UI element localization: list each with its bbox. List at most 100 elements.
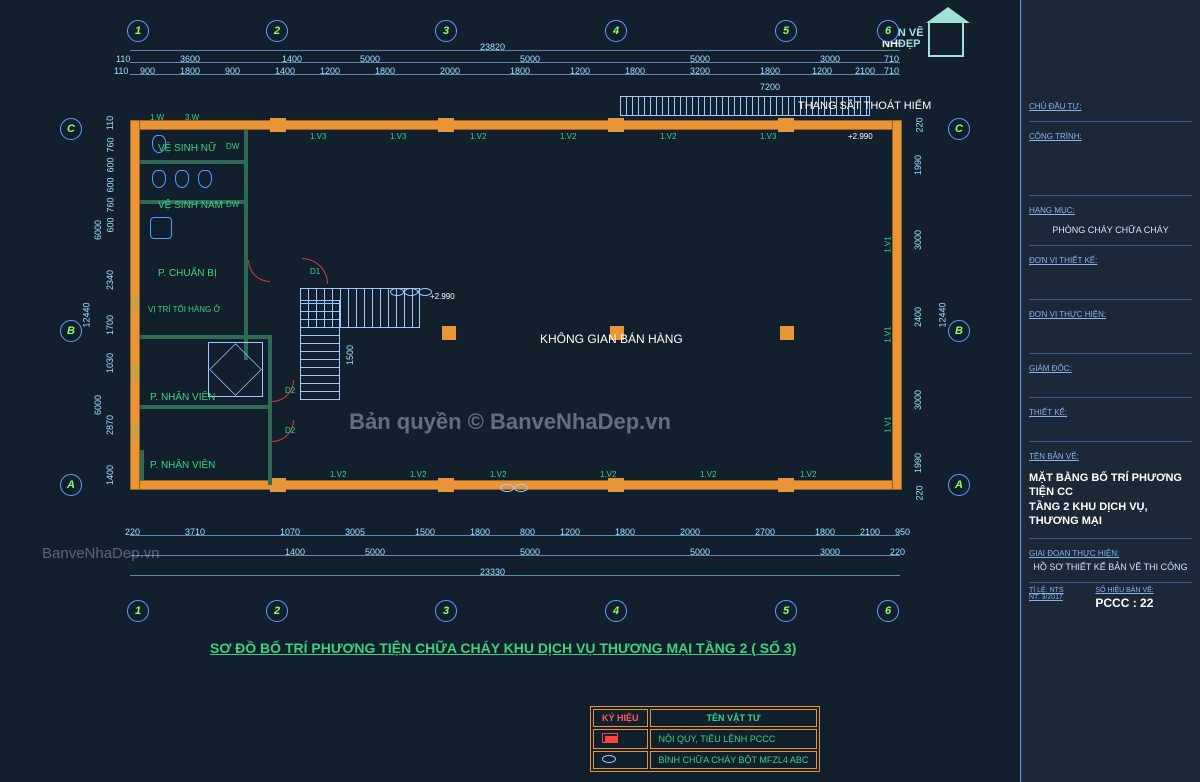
dimension: 6000 — [93, 220, 103, 240]
drawing-canvas[interactable]: BẢN VẼ NHĐẸP 1 2 3 4 5 6 1 2 3 4 5 6 C B… — [0, 0, 1020, 782]
interior-wall — [140, 335, 270, 339]
toilet-icon — [152, 170, 166, 188]
room-label: VỆ SINH NỮ — [158, 143, 217, 154]
legend-table: KÝ HIỆU TÊN VẬT TƯ NỘI QUY, TIÊU LỆNH PC… — [590, 706, 820, 772]
room-label: P. NHÂN VIÊN — [150, 392, 215, 403]
column — [778, 118, 794, 132]
grid-bubble: 6 — [877, 20, 899, 42]
dimension: 220 — [125, 527, 140, 537]
house-icon — [928, 21, 964, 57]
dimension: 5000 — [365, 547, 385, 557]
grid-bubble: C — [948, 118, 970, 140]
dimension: 2100 — [855, 66, 875, 76]
opening-tag: D1 — [310, 267, 320, 276]
opening-tag: 1.V2 — [660, 132, 676, 141]
column — [608, 478, 624, 492]
dimension: 1400 — [285, 547, 305, 557]
dimension: 5000 — [690, 547, 710, 557]
dimension: 5000 — [520, 547, 540, 557]
grid-bubble: 2 — [266, 600, 288, 622]
opening-tag: 1.V2 — [800, 470, 816, 479]
opening-tag: 1.V2 — [470, 132, 486, 141]
tb-label: ĐƠN VỊ THIẾT KẾ: — [1029, 256, 1192, 265]
dimension: 5000 — [690, 54, 710, 64]
column — [780, 326, 794, 340]
dimension: 1990 — [913, 453, 923, 473]
grid-bubble: C — [60, 118, 82, 140]
legend-text: BÌNH CHỮA CHÁY BỘT MFZL4 ABC — [650, 751, 818, 769]
toilet-icon — [198, 170, 212, 188]
dimension: 2000 — [440, 66, 460, 76]
dim-line — [130, 50, 900, 51]
dim-line — [130, 575, 900, 576]
legend-symbol — [593, 751, 648, 769]
dimension: 12440 — [82, 302, 92, 327]
dimension: 3000 — [913, 230, 923, 250]
dim-line — [130, 535, 900, 536]
interior-wall — [268, 335, 272, 485]
dimension: 3000 — [820, 54, 840, 64]
dimension: 710 — [884, 54, 899, 64]
dimension: 1800 — [510, 66, 530, 76]
dimension: 220 — [915, 117, 925, 132]
tb-label: GIÁM ĐỐC: — [1029, 364, 1192, 373]
grid-bubble: 1 — [127, 600, 149, 622]
grid-bubble: A — [948, 474, 970, 496]
dimension: 2100 — [860, 527, 880, 537]
dimension: 1070 — [280, 527, 300, 537]
dimension: 600 — [106, 217, 116, 232]
dimension: 1030 — [105, 353, 115, 373]
dim-line — [130, 555, 900, 556]
tb-label: TỈ LỆ: NTS — [1029, 587, 1089, 594]
dimension: 1700 — [105, 315, 115, 335]
opening-tag: 1.V4 — [132, 424, 141, 440]
dimension: 7200 — [760, 82, 780, 92]
dimension: 1200 — [570, 66, 590, 76]
grid-bubble: A — [60, 474, 82, 496]
grid-bubble: B — [60, 320, 82, 342]
opening-tag: 1.V2 — [410, 470, 426, 479]
column — [778, 478, 794, 492]
grid-bubble: 6 — [877, 600, 899, 622]
dimension: 5000 — [520, 54, 540, 64]
tb-label: CÔNG TRÌNH: — [1029, 132, 1192, 141]
dimension: 1500 — [415, 527, 435, 537]
legend-header: KÝ HIỆU — [593, 709, 648, 727]
shaft — [208, 342, 263, 397]
grid-bubble: 4 — [605, 20, 627, 42]
wall — [892, 120, 902, 490]
opening-tag: 1.W — [150, 113, 164, 122]
dimension: 2340 — [105, 270, 115, 290]
opening-tag: 1.V2 — [600, 470, 616, 479]
tb-label: CHỦ ĐẦU TƯ: — [1029, 102, 1192, 111]
opening-tag: D2 — [285, 426, 295, 435]
dimension: 2000 — [680, 527, 700, 537]
grid-bubble: 4 — [605, 600, 627, 622]
dimension: 110 — [116, 54, 130, 64]
dimension: 1800 — [180, 66, 200, 76]
opening-tag: 1.V3 — [760, 132, 776, 141]
dimension: 1200 — [560, 527, 580, 537]
legend-header: TÊN VẬT TƯ — [650, 709, 818, 727]
grid-bubble: 5 — [775, 600, 797, 622]
opening-tag: 1.V3 — [390, 132, 406, 141]
tb-label: HẠNG MỤC: — [1029, 206, 1192, 215]
opening-tag: 1.V3 — [310, 132, 326, 141]
room-label: P. CHUẨN BỊ — [158, 268, 217, 279]
legend-symbol — [593, 729, 648, 749]
level-mark: +2.990 — [848, 132, 873, 141]
interior-wall — [140, 160, 244, 164]
dimension: 1200 — [812, 66, 832, 76]
opening-tag: D2 — [285, 386, 295, 395]
grid-bubble: 3 — [435, 600, 457, 622]
tb-value: PHÒNG CHÁY CHỮA CHÁY — [1029, 225, 1192, 235]
door-icon — [248, 260, 270, 282]
dimension: 3000 — [913, 390, 923, 410]
dimension: 600 — [106, 177, 116, 192]
dimension: 3600 — [180, 54, 200, 64]
dimension: 3200 — [690, 66, 710, 76]
toilet-icon — [175, 170, 189, 188]
opening-tag: 1.V1 — [884, 236, 893, 252]
dimension: 12440 — [938, 302, 948, 327]
grid-bubble: 1 — [127, 20, 149, 42]
